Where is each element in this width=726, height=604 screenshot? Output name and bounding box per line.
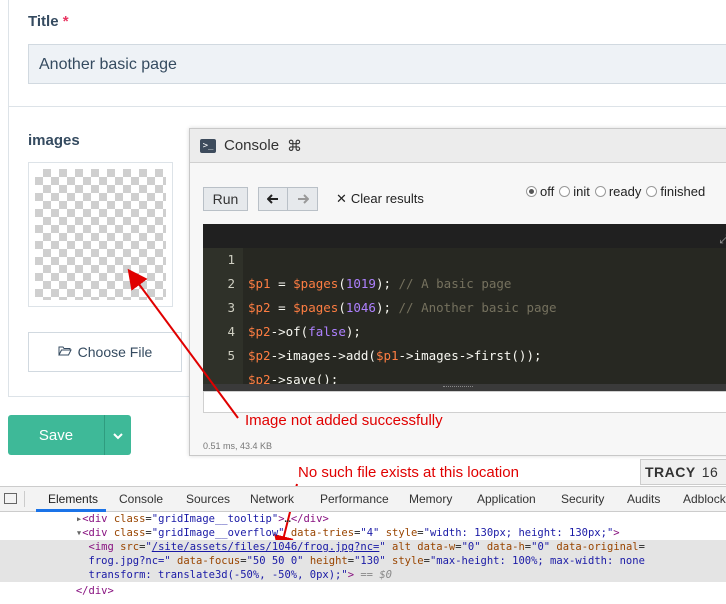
- tab-performance[interactable]: Performance: [320, 492, 389, 506]
- code-editor[interactable]: 1 $p1 = $pages(1019); // A basic page 2 …: [203, 224, 726, 387]
- dom-node[interactable]: </div>: [0, 584, 726, 598]
- radio-init[interactable]: [559, 186, 571, 197]
- expand-icon[interactable]: ⤢: [719, 232, 726, 247]
- annotation-image-not-added: Image not added successfully: [245, 412, 443, 429]
- run-button[interactable]: Run: [203, 187, 248, 211]
- tab-elements[interactable]: Elements: [48, 492, 98, 506]
- choose-file-label: Choose File: [77, 344, 153, 360]
- editor-resize-handle[interactable]: [203, 384, 726, 391]
- clear-results-label: Clear results: [350, 191, 424, 206]
- dom-tree: ▸<div class="gridImage__tooltip">…</div>…: [0, 512, 726, 604]
- option-off[interactable]: off: [526, 184, 554, 199]
- option-off-label: off: [540, 184, 555, 199]
- title-label-text: Title: [28, 13, 59, 30]
- dom-node[interactable]: ▸<div class="gridImage__tooltip">…</div>: [0, 512, 726, 526]
- tab-sources[interactable]: Sources: [186, 492, 230, 506]
- code-line[interactable]: 4 $p2->images->add($p1->images->first())…: [203, 296, 726, 363]
- folder-open-icon: [57, 344, 72, 360]
- transparent-placeholder-image: [35, 169, 166, 300]
- dom-node[interactable]: ▾<div class="gridImage__overflow" data-t…: [0, 526, 726, 540]
- annotation-file-missing: No such file exists at this location: [298, 464, 519, 481]
- command-key-icon: ⌘: [287, 137, 303, 155]
- tab-security[interactable]: Security: [561, 492, 604, 506]
- option-ready-label: ready: [608, 184, 642, 199]
- images-label: images: [28, 132, 80, 149]
- terminal-icon: >_: [200, 138, 216, 153]
- radio-off[interactable]: [526, 186, 537, 197]
- console-title: Console: [224, 137, 280, 154]
- chevron-down-icon: [113, 428, 123, 443]
- title-input[interactable]: Another basic page: [28, 44, 726, 84]
- code-line[interactable]: 2 $p2 = $pages(1046); // Another basic p…: [203, 248, 726, 315]
- code-line[interactable]: 3 $p2->of(false);: [203, 272, 726, 339]
- option-init[interactable]: init: [559, 184, 590, 199]
- tracy-debug-bar[interactable]: TRACY 16: [640, 459, 726, 485]
- title-label: Title *: [28, 13, 69, 30]
- arrow-right-icon: [297, 191, 309, 207]
- option-ready[interactable]: ready: [594, 184, 642, 199]
- save-dropdown-button[interactable]: [104, 415, 131, 455]
- tracy-console-panel: >_ Console ⌘ Run ✕ Clear results off ini…: [189, 128, 726, 456]
- tab-application[interactable]: Application: [477, 492, 536, 506]
- code-line[interactable]: 1 $p1 = $pages(1019); // A basic page: [203, 224, 726, 291]
- tab-audits[interactable]: Audits: [627, 492, 660, 506]
- option-init-label: init: [573, 184, 590, 199]
- history-back-button[interactable]: [258, 187, 288, 211]
- tracy-count: 16: [701, 464, 719, 480]
- option-finished-label: finished: [660, 184, 706, 199]
- choose-file-button[interactable]: Choose File: [28, 332, 182, 372]
- console-header[interactable]: >_ Console ⌘: [190, 129, 726, 163]
- tab-network[interactable]: Network: [250, 492, 294, 506]
- dom-node-selected[interactable]: <img src="/site/assets/files/1046/frog.j…: [0, 540, 726, 554]
- dock-side-icon[interactable]: [4, 493, 17, 504]
- dom-node-selected[interactable]: frog.jpg?nc=" data-focus="50 50 0" heigh…: [0, 554, 726, 568]
- tab-memory[interactable]: Memory: [409, 492, 452, 506]
- dom-node-selected[interactable]: transform: translate3d(-50%, -50%, 0px);…: [0, 568, 726, 582]
- console-results-area: [203, 391, 726, 413]
- run-timing-options: off init ready finished: [526, 184, 705, 199]
- devtools-tab-bar: Elements Console Sources Network Perform…: [0, 486, 726, 512]
- code-line[interactable]: 5 $p2->save();: [203, 320, 726, 387]
- line-number: 5: [227, 348, 235, 363]
- radio-ready[interactable]: [594, 186, 606, 197]
- history-forward-button[interactable]: [288, 187, 318, 211]
- image-thumbnail[interactable]: [28, 162, 173, 307]
- title-input-value: Another basic page: [39, 56, 177, 73]
- timing-readout: 0.51 ms, 43.4 KB: [203, 441, 273, 451]
- save-button[interactable]: Save: [8, 415, 104, 455]
- tab-separator: [24, 491, 25, 507]
- required-mark: *: [62, 13, 69, 30]
- radio-finished[interactable]: [646, 186, 658, 197]
- close-icon: ✕: [336, 191, 347, 206]
- arrow-left-icon: [266, 191, 279, 207]
- code-line-text: $p2->images->add($p1->images->first());: [248, 348, 542, 363]
- tab-adblock[interactable]: Adblock: [683, 492, 726, 506]
- tab-console[interactable]: Console: [119, 492, 163, 506]
- tracy-logo: TRACY: [645, 464, 696, 480]
- option-finished[interactable]: finished: [646, 184, 705, 199]
- clear-results-button[interactable]: ✕ Clear results: [336, 191, 424, 207]
